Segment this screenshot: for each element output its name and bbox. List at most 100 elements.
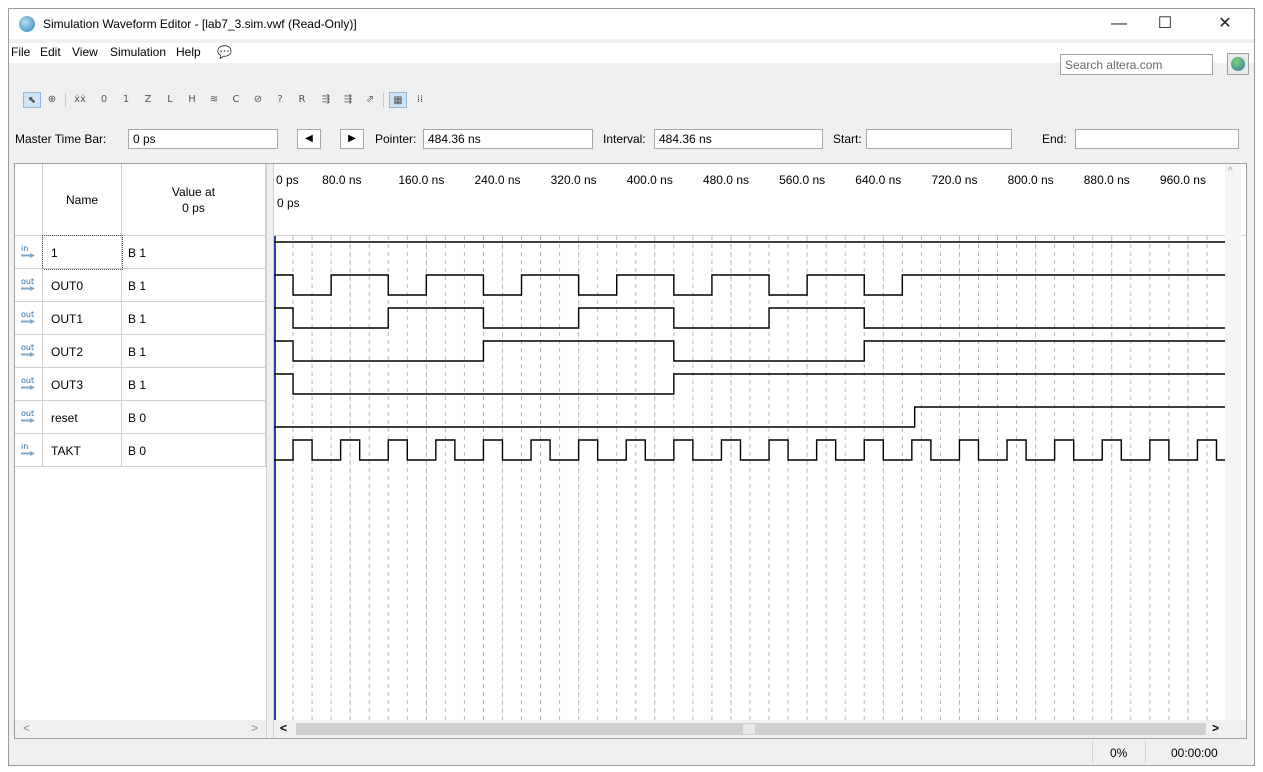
signal-name[interactable]: OUT2 (43, 335, 122, 368)
signal-row[interactable]: out OUT3 B 1 (15, 368, 266, 401)
count-value-icon[interactable]: C (227, 92, 245, 108)
arbitrary-value-icon[interactable]: ? (271, 92, 289, 108)
time-tick-label: 160.0 ns (398, 173, 445, 187)
name-column-header[interactable]: Name (43, 164, 122, 236)
value-column-header[interactable]: Value at 0 ps (122, 164, 266, 236)
master-time-field[interactable]: 0 ps (128, 129, 278, 149)
window-title: Simulation Waveform Editor - [lab7_3.sim… (43, 17, 357, 31)
signal-name[interactable]: OUT3 (43, 368, 122, 401)
menu-file[interactable]: File (11, 45, 30, 59)
signal-name[interactable]: 1 (42, 235, 123, 270)
time-tick-label: 480.0 ns (702, 173, 749, 187)
scroll-track[interactable] (296, 723, 1206, 735)
zoom-tool-icon[interactable]: ⊕ (43, 92, 61, 108)
pane-splitter[interactable] (266, 164, 274, 738)
horizontal-scrollbar[interactable]: < > (274, 720, 1246, 738)
waveform-canvas[interactable] (274, 236, 1226, 722)
pin-cell: out (15, 401, 43, 434)
timeline-ruler: 0 ps 80.0 ns 160.0 ns 240.0 ns 320.0 ns 400.0… (274, 164, 1246, 236)
pin-out-icon: out (21, 377, 35, 390)
signal-name[interactable]: OUT1 (43, 302, 122, 335)
grid-view-icon[interactable]: ▦ (389, 92, 407, 108)
force-low-icon[interactable]: 0 (95, 92, 113, 108)
signal-value: B 1 (122, 368, 266, 401)
signal-row[interactable]: out reset B 0 (15, 401, 266, 434)
weak-low-icon[interactable]: L (161, 92, 179, 108)
elapsed-time: 00:00:00 (1171, 746, 1218, 760)
pin-cell: out (15, 335, 43, 368)
selection-tool-icon[interactable]: ⬉ (23, 92, 41, 108)
pin-out-icon: out (21, 344, 35, 357)
pin-cell: out (15, 269, 43, 302)
grouping-icon[interactable]: ⁞⁞ (411, 92, 429, 108)
pin-column-header (15, 164, 43, 236)
high-impedance-icon[interactable]: Z (139, 92, 157, 108)
waveform-reset (274, 406, 1226, 428)
menu-simulation[interactable]: Simulation (110, 45, 166, 59)
scroll-thumb[interactable] (743, 724, 755, 734)
start-field[interactable] (866, 129, 1012, 149)
signal-row[interactable]: out OUT1 B 1 (15, 302, 266, 335)
end-field[interactable] (1075, 129, 1239, 149)
scroll-left-icon[interactable]: < (23, 721, 30, 735)
menu-help[interactable]: Help (176, 45, 201, 59)
pin-out-icon: out (21, 311, 35, 324)
time-tick-label: 560.0 ns (779, 173, 826, 187)
next-transition-button[interactable]: ▶ (340, 129, 364, 149)
signal-name[interactable]: reset (43, 401, 122, 434)
scroll-up-icon[interactable]: ^ (1228, 166, 1233, 177)
snap-to-grid-icon[interactable]: ⇶ (317, 92, 335, 108)
force-high-icon[interactable]: 1 (117, 92, 135, 108)
waveform-editor: Name Value at 0 ps in 1 B 1 out OUT0 B 1 out OU… (14, 163, 1247, 739)
globe-icon[interactable] (1227, 53, 1249, 75)
minimize-button[interactable]: — (1096, 11, 1142, 37)
timing-sim-icon[interactable]: ⇗ (361, 92, 379, 108)
clock-icon[interactable]: ⊘ (249, 92, 267, 108)
time-tick-label: 240.0 ns (474, 173, 521, 187)
signal-row[interactable]: out OUT0 B 1 (15, 269, 266, 302)
signal-value: B 1 (122, 236, 266, 269)
maximize-button[interactable]: ☐ (1142, 11, 1188, 37)
uninitialized-icon[interactable]: ẋẋ (71, 92, 89, 108)
name-pane-scrollbar[interactable]: < > (15, 720, 266, 738)
menu-edit[interactable]: Edit (40, 45, 61, 59)
time-tick-label: 320.0 ns (550, 173, 597, 187)
signal-value: B 1 (122, 335, 266, 368)
value-header-line1: Value at (171, 185, 216, 199)
signal-row[interactable]: in 1 B 1 (15, 235, 266, 270)
master-time-label: Master Time Bar: (15, 132, 107, 146)
pin-in-icon: in (21, 443, 35, 456)
scroll-right-arrow-icon[interactable]: > (1212, 721, 1219, 735)
menu-view[interactable]: View (72, 45, 98, 59)
pointer-field[interactable]: 484.36 ns (423, 129, 593, 149)
waveform-editor-window: Simulation Waveform Editor - [lab7_3.sim… (8, 8, 1255, 766)
signal-value: B 0 (122, 434, 266, 467)
scroll-left-arrow-icon[interactable]: < (280, 721, 287, 735)
time-tick-label: 80.0 ns (322, 173, 362, 187)
feedback-icon[interactable]: 💬 (217, 45, 232, 59)
previous-transition-button[interactable]: ◀ (297, 129, 321, 149)
vertical-scrollbar[interactable]: ^ (1225, 164, 1241, 722)
signal-name[interactable]: OUT0 (43, 269, 122, 302)
close-button[interactable]: ✕ (1202, 11, 1248, 37)
time-tick-label: 720.0 ns (931, 173, 978, 187)
waveform-pane: 0 ps 80.0 ns 160.0 ns 240.0 ns 320.0 ns 400.0… (274, 164, 1246, 738)
interval-field[interactable]: 484.36 ns (654, 129, 823, 149)
weak-high-icon[interactable]: H (183, 92, 201, 108)
signal-row[interactable]: in TAKT B 0 (15, 434, 266, 467)
search-input[interactable]: Search altera.com (1060, 54, 1213, 75)
signal-name[interactable]: TAKT (43, 434, 122, 467)
signal-list: Name Value at 0 ps in 1 B 1 out OUT0 B 1 out OU… (15, 164, 266, 738)
signal-row[interactable]: out OUT2 B 1 (15, 335, 266, 368)
random-value-icon[interactable]: R (293, 92, 311, 108)
cursor-time-label: 0 ps (277, 196, 300, 210)
functional-sim-icon[interactable]: ⇶ (339, 92, 357, 108)
scroll-right-icon[interactable]: > (251, 721, 258, 735)
pin-cell: in (15, 434, 43, 467)
invert-icon[interactable]: ≋ (205, 92, 223, 108)
pin-cell: out (15, 368, 43, 401)
pin-in-icon: in (21, 245, 35, 258)
pin-out-icon: out (21, 410, 35, 423)
pointer-label: Pointer: (375, 132, 417, 146)
waveform-takt (274, 439, 1226, 461)
